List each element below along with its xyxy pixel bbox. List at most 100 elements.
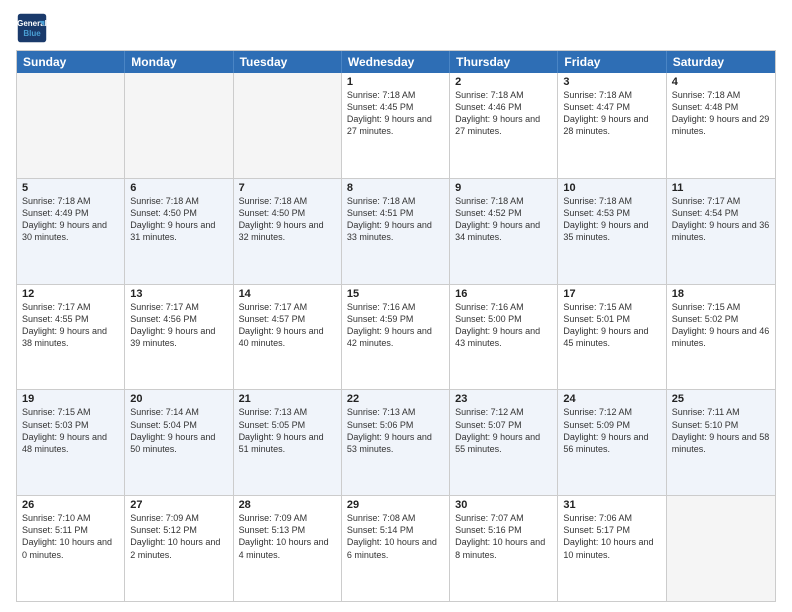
day-cell-30: 30Sunrise: 7:07 AM Sunset: 5:16 PM Dayli… [450,496,558,601]
day-number: 28 [239,499,336,511]
day-number: 4 [672,76,770,88]
day-cell-26: 26Sunrise: 7:10 AM Sunset: 5:11 PM Dayli… [17,496,125,601]
day-number: 19 [22,393,119,405]
day-header-monday: Monday [125,51,233,73]
day-number: 13 [130,288,227,300]
day-cell-25: 25Sunrise: 7:11 AM Sunset: 5:10 PM Dayli… [667,390,775,495]
day-cell-5: 5Sunrise: 7:18 AM Sunset: 4:49 PM Daylig… [17,179,125,284]
day-cell-4: 4Sunrise: 7:18 AM Sunset: 4:48 PM Daylig… [667,73,775,178]
day-info: Sunrise: 7:09 AM Sunset: 5:13 PM Dayligh… [239,512,336,561]
day-cell-12: 12Sunrise: 7:17 AM Sunset: 4:55 PM Dayli… [17,285,125,390]
day-info: Sunrise: 7:18 AM Sunset: 4:45 PM Dayligh… [347,89,444,138]
day-cell-3: 3Sunrise: 7:18 AM Sunset: 4:47 PM Daylig… [558,73,666,178]
day-header-saturday: Saturday [667,51,775,73]
day-number: 24 [563,393,660,405]
calendar-row-5: 26Sunrise: 7:10 AM Sunset: 5:11 PM Dayli… [17,496,775,601]
calendar-row-4: 19Sunrise: 7:15 AM Sunset: 5:03 PM Dayli… [17,390,775,496]
day-number: 14 [239,288,336,300]
day-cell-27: 27Sunrise: 7:09 AM Sunset: 5:12 PM Dayli… [125,496,233,601]
day-cell-2: 2Sunrise: 7:18 AM Sunset: 4:46 PM Daylig… [450,73,558,178]
day-number: 31 [563,499,660,511]
empty-cell [17,73,125,178]
calendar-body: 1Sunrise: 7:18 AM Sunset: 4:45 PM Daylig… [17,73,775,601]
day-info: Sunrise: 7:12 AM Sunset: 5:07 PM Dayligh… [455,406,552,455]
day-info: Sunrise: 7:15 AM Sunset: 5:02 PM Dayligh… [672,301,770,350]
day-cell-19: 19Sunrise: 7:15 AM Sunset: 5:03 PM Dayli… [17,390,125,495]
day-cell-1: 1Sunrise: 7:18 AM Sunset: 4:45 PM Daylig… [342,73,450,178]
day-info: Sunrise: 7:07 AM Sunset: 5:16 PM Dayligh… [455,512,552,561]
day-cell-9: 9Sunrise: 7:18 AM Sunset: 4:52 PM Daylig… [450,179,558,284]
day-info: Sunrise: 7:18 AM Sunset: 4:48 PM Dayligh… [672,89,770,138]
day-number: 17 [563,288,660,300]
day-cell-8: 8Sunrise: 7:18 AM Sunset: 4:51 PM Daylig… [342,179,450,284]
day-info: Sunrise: 7:09 AM Sunset: 5:12 PM Dayligh… [130,512,227,561]
day-number: 5 [22,182,119,194]
day-cell-21: 21Sunrise: 7:13 AM Sunset: 5:05 PM Dayli… [234,390,342,495]
day-cell-20: 20Sunrise: 7:14 AM Sunset: 5:04 PM Dayli… [125,390,233,495]
day-info: Sunrise: 7:18 AM Sunset: 4:47 PM Dayligh… [563,89,660,138]
day-cell-24: 24Sunrise: 7:12 AM Sunset: 5:09 PM Dayli… [558,390,666,495]
day-info: Sunrise: 7:18 AM Sunset: 4:49 PM Dayligh… [22,195,119,244]
day-cell-13: 13Sunrise: 7:17 AM Sunset: 4:56 PM Dayli… [125,285,233,390]
day-info: Sunrise: 7:13 AM Sunset: 5:05 PM Dayligh… [239,406,336,455]
day-number: 26 [22,499,119,511]
day-header-wednesday: Wednesday [342,51,450,73]
header: General Blue [16,12,776,44]
day-cell-6: 6Sunrise: 7:18 AM Sunset: 4:50 PM Daylig… [125,179,233,284]
day-number: 29 [347,499,444,511]
day-number: 7 [239,182,336,194]
day-info: Sunrise: 7:17 AM Sunset: 4:54 PM Dayligh… [672,195,770,244]
day-info: Sunrise: 7:12 AM Sunset: 5:09 PM Dayligh… [563,406,660,455]
day-info: Sunrise: 7:11 AM Sunset: 5:10 PM Dayligh… [672,406,770,455]
day-number: 11 [672,182,770,194]
day-info: Sunrise: 7:17 AM Sunset: 4:57 PM Dayligh… [239,301,336,350]
day-info: Sunrise: 7:10 AM Sunset: 5:11 PM Dayligh… [22,512,119,561]
calendar-row-2: 5Sunrise: 7:18 AM Sunset: 4:49 PM Daylig… [17,179,775,285]
day-number: 12 [22,288,119,300]
day-info: Sunrise: 7:17 AM Sunset: 4:55 PM Dayligh… [22,301,119,350]
day-info: Sunrise: 7:08 AM Sunset: 5:14 PM Dayligh… [347,512,444,561]
day-cell-14: 14Sunrise: 7:17 AM Sunset: 4:57 PM Dayli… [234,285,342,390]
empty-cell [667,496,775,601]
calendar-row-3: 12Sunrise: 7:17 AM Sunset: 4:55 PM Dayli… [17,285,775,391]
day-header-sunday: Sunday [17,51,125,73]
day-number: 6 [130,182,227,194]
calendar-row-1: 1Sunrise: 7:18 AM Sunset: 4:45 PM Daylig… [17,73,775,179]
day-number: 25 [672,393,770,405]
day-number: 22 [347,393,444,405]
day-number: 3 [563,76,660,88]
day-cell-28: 28Sunrise: 7:09 AM Sunset: 5:13 PM Dayli… [234,496,342,601]
day-info: Sunrise: 7:17 AM Sunset: 4:56 PM Dayligh… [130,301,227,350]
day-number: 10 [563,182,660,194]
day-cell-29: 29Sunrise: 7:08 AM Sunset: 5:14 PM Dayli… [342,496,450,601]
day-cell-22: 22Sunrise: 7:13 AM Sunset: 5:06 PM Dayli… [342,390,450,495]
day-cell-7: 7Sunrise: 7:18 AM Sunset: 4:50 PM Daylig… [234,179,342,284]
day-number: 21 [239,393,336,405]
calendar: SundayMondayTuesdayWednesdayThursdayFrid… [16,50,776,602]
calendar-header: SundayMondayTuesdayWednesdayThursdayFrid… [17,51,775,73]
day-number: 16 [455,288,552,300]
day-cell-31: 31Sunrise: 7:06 AM Sunset: 5:17 PM Dayli… [558,496,666,601]
day-cell-23: 23Sunrise: 7:12 AM Sunset: 5:07 PM Dayli… [450,390,558,495]
day-info: Sunrise: 7:06 AM Sunset: 5:17 PM Dayligh… [563,512,660,561]
day-info: Sunrise: 7:16 AM Sunset: 4:59 PM Dayligh… [347,301,444,350]
day-info: Sunrise: 7:18 AM Sunset: 4:50 PM Dayligh… [130,195,227,244]
day-cell-11: 11Sunrise: 7:17 AM Sunset: 4:54 PM Dayli… [667,179,775,284]
day-info: Sunrise: 7:15 AM Sunset: 5:01 PM Dayligh… [563,301,660,350]
day-info: Sunrise: 7:15 AM Sunset: 5:03 PM Dayligh… [22,406,119,455]
logo-icon: General Blue [16,12,48,44]
day-info: Sunrise: 7:13 AM Sunset: 5:06 PM Dayligh… [347,406,444,455]
day-info: Sunrise: 7:18 AM Sunset: 4:51 PM Dayligh… [347,195,444,244]
day-number: 1 [347,76,444,88]
logo: General Blue [16,12,48,44]
day-header-friday: Friday [558,51,666,73]
day-header-thursday: Thursday [450,51,558,73]
day-header-tuesday: Tuesday [234,51,342,73]
day-info: Sunrise: 7:14 AM Sunset: 5:04 PM Dayligh… [130,406,227,455]
day-cell-18: 18Sunrise: 7:15 AM Sunset: 5:02 PM Dayli… [667,285,775,390]
day-cell-15: 15Sunrise: 7:16 AM Sunset: 4:59 PM Dayli… [342,285,450,390]
day-info: Sunrise: 7:18 AM Sunset: 4:52 PM Dayligh… [455,195,552,244]
day-number: 9 [455,182,552,194]
empty-cell [125,73,233,178]
day-number: 30 [455,499,552,511]
